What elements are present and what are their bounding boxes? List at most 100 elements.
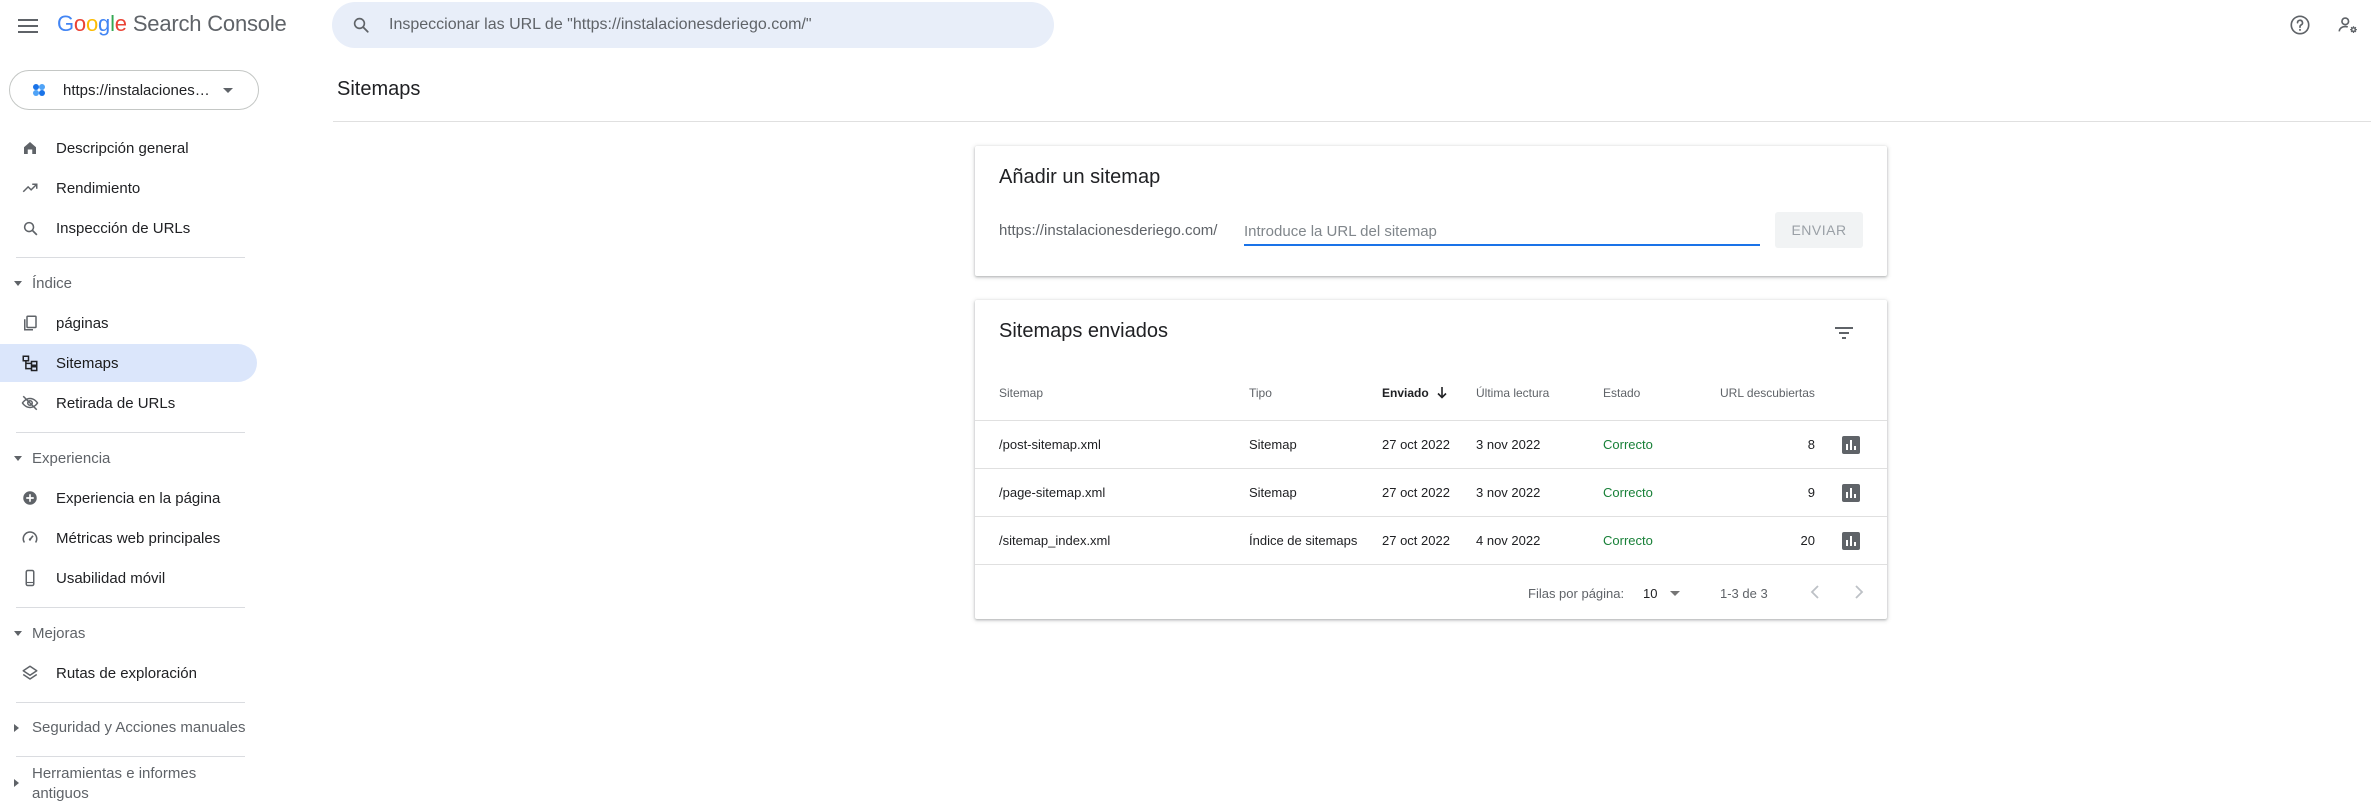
column-header-submitted[interactable]: Enviado — [1382, 386, 1447, 400]
search-icon — [20, 218, 40, 238]
sidebar-item-label: páginas — [56, 314, 109, 332]
sidebar-section-security[interactable]: Seguridad y Acciones manuales — [0, 718, 257, 738]
next-page-button[interactable] — [1847, 580, 1871, 604]
sidebar-section-label: Índice — [32, 275, 73, 292]
sidebar-section-label: Experiencia — [32, 450, 111, 467]
sidebar-divider — [16, 607, 245, 608]
sidebar-item-page-experience[interactable]: Experiencia en la página — [0, 479, 257, 517]
sidebar-section-legacy-tools[interactable]: Herramientas e informes antiguos — [0, 764, 257, 806]
cell-sitemap: /page-sitemap.xml — [999, 485, 1106, 500]
sidebar-item-mobile-usability[interactable]: Usabilidad móvil — [0, 559, 257, 597]
cell-type: Sitemap — [1249, 437, 1297, 452]
hamburger-menu-icon — [18, 19, 38, 33]
bar-chart-icon[interactable] — [1841, 435, 1861, 455]
sidebar-item-core-web-vitals[interactable]: Métricas web principales — [0, 519, 257, 557]
rows-per-page-value: 10 — [1643, 585, 1658, 601]
expand-arrow-icon — [14, 281, 22, 286]
arrow-down-icon — [1437, 387, 1447, 399]
url-inspection-input[interactable] — [389, 16, 1029, 34]
cell-last-read: 4 nov 2022 — [1476, 533, 1541, 548]
property-url: https://instalacionesderiego.com/ — [63, 81, 213, 99]
account-settings-button[interactable] — [2335, 12, 2361, 38]
sitemap-icon — [20, 353, 40, 373]
submitted-sitemaps-title: Sitemaps enviados — [999, 320, 1168, 342]
column-header-label: Enviado — [1382, 386, 1429, 400]
sidebar-item-performance[interactable]: Rendimiento — [0, 169, 257, 207]
cell-discovered-urls: 9 — [1807, 485, 1815, 500]
sidebar-item-pages[interactable]: páginas — [0, 304, 257, 342]
sidebar-item-breadcrumbs[interactable]: Rutas de exploración — [0, 654, 257, 692]
home-icon — [20, 138, 40, 158]
sitemap-url-input[interactable] — [1244, 218, 1760, 246]
sidebar-section-index[interactable]: Índice — [0, 274, 257, 294]
table-row[interactable]: /page-sitemap.xml Sitemap 27 oct 2022 3 … — [975, 468, 1887, 516]
expand-arrow-icon — [14, 456, 22, 461]
add-sitemap-title: Añadir un sitemap — [999, 166, 1161, 188]
previous-page-button[interactable] — [1803, 580, 1827, 604]
google-wordmark: Google — [57, 11, 127, 37]
collapsed-arrow-icon — [14, 724, 19, 732]
cell-discovered-urls: 8 — [1807, 437, 1815, 452]
main-menu-button[interactable] — [14, 12, 42, 40]
cell-submitted: 27 oct 2022 — [1382, 485, 1450, 500]
page-experience-icon — [20, 488, 40, 508]
bar-chart-icon[interactable] — [1841, 483, 1861, 503]
sidebar-section-label: Mejoras — [32, 625, 86, 642]
sidebar-section-experience[interactable]: Experiencia — [0, 449, 257, 469]
url-inspection-search[interactable] — [332, 2, 1054, 48]
bar-chart-icon[interactable] — [1841, 531, 1861, 551]
add-sitemap-card: Añadir un sitemap https://instalacionesd… — [975, 146, 1887, 276]
table-divider — [975, 564, 1887, 565]
sidebar-divider — [16, 257, 245, 258]
column-header-last-read[interactable]: Última lectura — [1476, 386, 1549, 400]
table-row[interactable]: /post-sitemap.xml Sitemap 27 oct 2022 3 … — [975, 420, 1887, 468]
sidebar-item-label: Sitemaps — [56, 354, 119, 372]
column-header-type[interactable]: Tipo — [1249, 386, 1272, 400]
column-header-sitemap[interactable]: Sitemap — [999, 386, 1043, 400]
column-header-discovered-urls[interactable]: URL descubiertas — [1720, 386, 1815, 400]
column-header-status[interactable]: Estado — [1603, 386, 1640, 400]
product-name: Search Console — [132, 11, 287, 36]
cell-submitted: 27 oct 2022 — [1382, 533, 1450, 548]
submit-sitemap-button[interactable]: ENVIAR — [1775, 212, 1863, 248]
search-icon — [349, 13, 373, 37]
chevron-left-icon — [1810, 585, 1819, 599]
cell-submitted: 27 oct 2022 — [1382, 437, 1450, 452]
submitted-sitemaps-card: Sitemaps enviados Sitemap Tipo Enviado Ú… — [975, 300, 1887, 619]
logo-letter: o — [85, 11, 99, 36]
sidebar-item-label: Rutas de exploración — [56, 664, 197, 682]
table-row[interactable]: /sitemap_index.xml Índice de sitemaps 27… — [975, 516, 1887, 564]
help-button[interactable] — [2287, 12, 2313, 38]
chevron-right-icon — [1855, 585, 1864, 599]
cell-type: Sitemap — [1249, 485, 1297, 500]
sidebar-section-label: Herramientas e informes antiguos — [32, 765, 197, 802]
sidebar-item-label: Métricas web principales — [56, 529, 221, 547]
chevron-down-icon — [1670, 590, 1681, 596]
sidebar-item-label: Descripción general — [56, 139, 189, 157]
rows-per-page-select[interactable]: 10 — [1643, 580, 1691, 606]
page-title: Sitemaps — [337, 78, 421, 100]
filter-button[interactable] — [1827, 316, 1861, 350]
speed-icon — [20, 528, 40, 548]
property-favicon-icon — [33, 84, 45, 96]
sidebar-item-label: Inspección de URLs — [56, 219, 191, 237]
pagination-range: 1-3 de 3 — [1720, 586, 1768, 601]
chevron-down-icon — [223, 87, 233, 93]
sidebar-item-removals[interactable]: Retirada de URLs — [0, 384, 257, 422]
sidebar-item-sitemaps[interactable]: Sitemaps — [0, 344, 257, 382]
cell-last-read: 3 nov 2022 — [1476, 485, 1541, 500]
status-badge: Correcto — [1603, 437, 1653, 452]
cell-sitemap: /sitemap_index.xml — [999, 533, 1111, 548]
layers-icon — [20, 663, 40, 683]
logo-letter: g — [98, 11, 111, 36]
top-bar: Google Search Console — [0, 0, 2371, 52]
property-selector[interactable]: https://instalacionesderiego.com/ — [9, 70, 259, 110]
sidebar-item-url-inspection[interactable]: Inspección de URLs — [0, 209, 257, 247]
pages-icon — [20, 313, 40, 333]
sidebar-item-label: Usabilidad móvil — [56, 569, 166, 587]
removals-icon — [20, 393, 40, 413]
sidebar-section-enhancements[interactable]: Mejoras — [0, 624, 257, 644]
google-search-console-logo[interactable]: Google Search Console — [57, 11, 287, 41]
sidebar-divider — [16, 756, 245, 757]
sidebar-item-overview[interactable]: Descripción general — [0, 129, 257, 167]
